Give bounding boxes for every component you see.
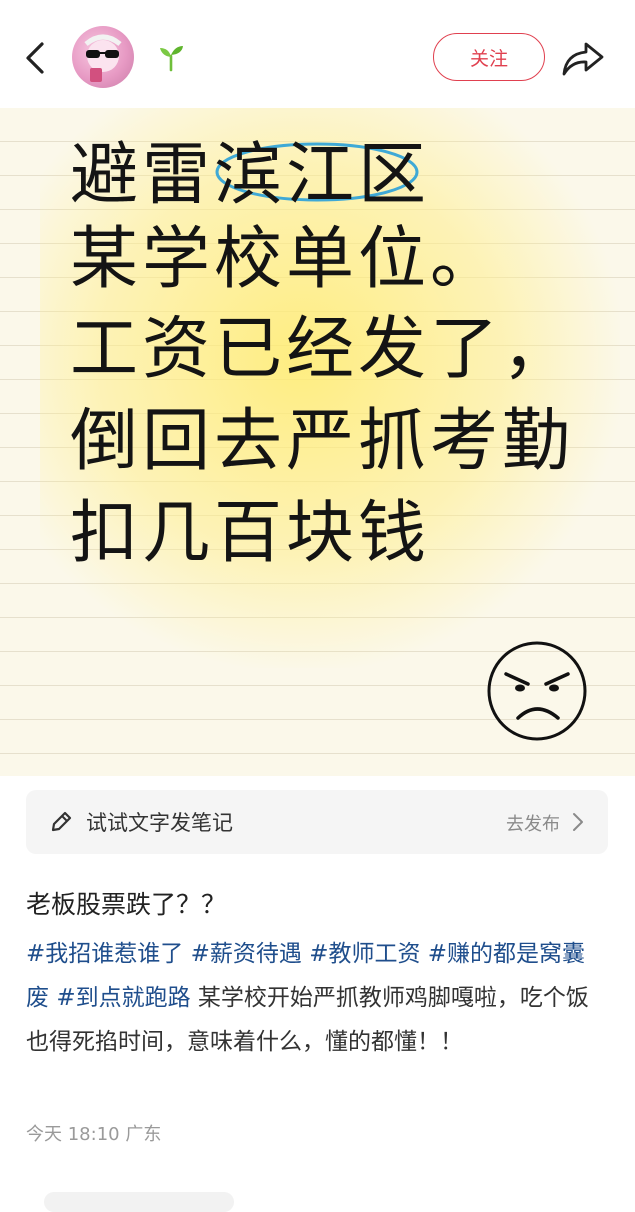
post-time: 今天 18:10	[26, 1124, 120, 1145]
chevron-right-icon	[573, 813, 583, 831]
post-title: 老板股票跌了？？	[26, 890, 227, 919]
hashtag-link[interactable]: #薪资待遇	[191, 941, 302, 967]
follow-label: 关注	[469, 47, 508, 70]
hashtag-link[interactable]: #我招谁惹谁了	[26, 941, 183, 967]
post-location: 广东	[125, 1124, 162, 1145]
avatar-art	[84, 34, 122, 82]
note-line-4: 倒回去严抓考勤	[70, 402, 575, 481]
user-avatar[interactable]	[72, 26, 134, 88]
post-body: #我招谁惹谁了 #薪资待遇 #教师工资 #赚的都是窝囊废 #到点就跑路 某学校开…	[26, 932, 598, 1064]
compose-placeholder: 试试文字发笔记	[86, 811, 233, 835]
follow-button[interactable]: 关注	[433, 33, 545, 81]
note-line-2: 某学校单位。	[70, 220, 503, 299]
chevron-left-icon[interactable]	[18, 36, 54, 80]
post-meta: 今天 18:10 广东	[26, 1120, 161, 1146]
pencil-icon	[51, 811, 72, 832]
comment-area-edge	[44, 1192, 234, 1212]
hashtag-link[interactable]: #教师工资	[309, 941, 420, 967]
note-line-5: 扣几百块钱	[70, 494, 431, 573]
note-line-1: 避雷滨江区	[70, 136, 431, 215]
note-line-3: 工资已经发了，	[70, 310, 575, 389]
share-icon[interactable]	[560, 38, 606, 78]
note-image[interactable]: 避雷滨江区 某学校单位。 工资已经发了， 倒回去严抓考勤 扣几百块钱	[0, 108, 635, 776]
hashtag-link[interactable]: #到点就跑路	[56, 985, 190, 1011]
sprout-icon	[160, 46, 183, 72]
angry-face-icon	[487, 641, 587, 741]
publish-link[interactable]: 去发布	[506, 810, 560, 836]
compose-bar[interactable]: 试试文字发笔记 去发布	[26, 790, 608, 854]
top-bar: 关注	[0, 0, 635, 108]
